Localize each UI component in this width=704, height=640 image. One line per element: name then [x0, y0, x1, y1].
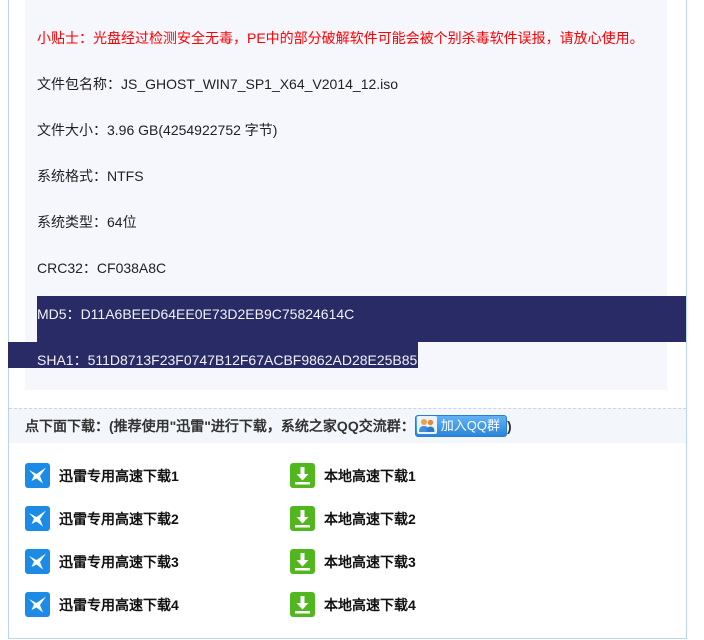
- file-size-value: 3.96 GB(4254922752 字节): [107, 122, 278, 138]
- join-qq-group-button[interactable]: 加入QQ群: [414, 414, 507, 437]
- thunder-bird-icon[interactable]: [25, 506, 50, 531]
- thunder-download-label[interactable]: 迅雷专用高速下载2: [59, 506, 179, 532]
- local-download-label[interactable]: 本地高速下载4: [324, 592, 416, 618]
- crc32-value: CF038A8C: [96, 260, 167, 276]
- file-size-row: 文件大小：3.96 GB(4254922752 字节): [25, 107, 667, 153]
- file-info-panel: 小贴士：光盘经过检测安全无毒，PE中的部分破解软件可能会被个别杀毒软件误报，请放…: [25, 0, 667, 390]
- thunder-bird-icon[interactable]: [25, 549, 50, 574]
- md5-value: D11A6BEED64EE0E73D2EB9C75824614C: [80, 306, 355, 322]
- system-type-value: 64位: [107, 214, 137, 230]
- thunder-bird-icon[interactable]: [25, 592, 50, 617]
- download-header-closing: ): [506, 418, 512, 434]
- thunder-download-link-3[interactable]: 迅雷专用高速下载3: [25, 549, 265, 575]
- file-system-row: 系统格式：NTFS: [25, 153, 667, 199]
- thunder-download-label[interactable]: 迅雷专用高速下载3: [59, 549, 179, 575]
- local-download-label[interactable]: 本地高速下载2: [324, 506, 416, 532]
- qq-group-icon[interactable]: [416, 416, 437, 435]
- sha1-value: 511D8713F23F0747B12F67ACBF9862AD28E25B85: [87, 352, 418, 368]
- thunder-download-label[interactable]: 迅雷专用高速下载1: [59, 463, 179, 489]
- download-arrow-icon[interactable]: [290, 592, 315, 617]
- download-arrow-icon[interactable]: [290, 549, 315, 574]
- crc32-label: CRC32：: [37, 260, 97, 276]
- file-name-value: JS_GHOST_WIN7_SP1_X64_V2014_12.iso: [121, 76, 399, 92]
- safety-notice: 小贴士：光盘经过检测安全无毒，PE中的部分破解软件可能会被个别杀毒软件误报，请放…: [37, 30, 644, 46]
- thunder-bird-icon[interactable]: [25, 463, 50, 488]
- local-download-link-3[interactable]: 本地高速下载3: [290, 549, 530, 575]
- local-download-label[interactable]: 本地高速下载3: [324, 549, 416, 575]
- thunder-download-label[interactable]: 迅雷专用高速下载4: [59, 592, 179, 618]
- download-arrow-icon[interactable]: [290, 506, 315, 531]
- local-download-link-4[interactable]: 本地高速下载4: [290, 592, 530, 618]
- thunder-download-link-1[interactable]: 迅雷专用高速下载1: [25, 463, 265, 489]
- local-download-link-1[interactable]: 本地高速下载1: [290, 463, 530, 489]
- file-system-value: NTFS: [107, 168, 144, 184]
- crc32-row: CRC32：CF038A8C: [25, 245, 667, 291]
- md5-row: MD5：D11A6BEED64EE0E73D2EB9C75824614C: [25, 291, 667, 337]
- thunder-download-link-2[interactable]: 迅雷专用高速下载2: [25, 506, 265, 532]
- join-qq-group-label[interactable]: 加入QQ群: [441, 418, 500, 433]
- sha1-label: SHA1：: [37, 352, 88, 368]
- system-type-row: 系统类型：64位: [25, 199, 667, 245]
- local-download-link-2[interactable]: 本地高速下载2: [290, 506, 530, 532]
- file-name-label: 文件包名称：: [37, 76, 121, 92]
- file-size-label: 文件大小：: [37, 122, 107, 138]
- file-name-row: 文件包名称：JS_GHOST_WIN7_SP1_X64_V2014_12.iso: [25, 61, 667, 107]
- download-header: 点下面下载：(推荐使用"迅雷"进行下载，系统之家QQ交流群： 加入QQ群): [9, 408, 686, 443]
- download-arrow-icon[interactable]: [290, 463, 315, 488]
- thunder-download-link-4[interactable]: 迅雷专用高速下载4: [25, 592, 265, 618]
- local-download-label[interactable]: 本地高速下载1: [324, 463, 416, 489]
- file-system-label: 系统格式：: [37, 168, 107, 184]
- md5-label: MD5：: [37, 306, 81, 322]
- sha1-row: SHA1：511D8713F23F0747B12F67ACBF9862AD28E…: [25, 337, 667, 383]
- download-header-text: 点下面下载：(推荐使用"迅雷"进行下载，系统之家QQ交流群：: [25, 418, 415, 434]
- system-type-label: 系统类型：: [37, 214, 107, 230]
